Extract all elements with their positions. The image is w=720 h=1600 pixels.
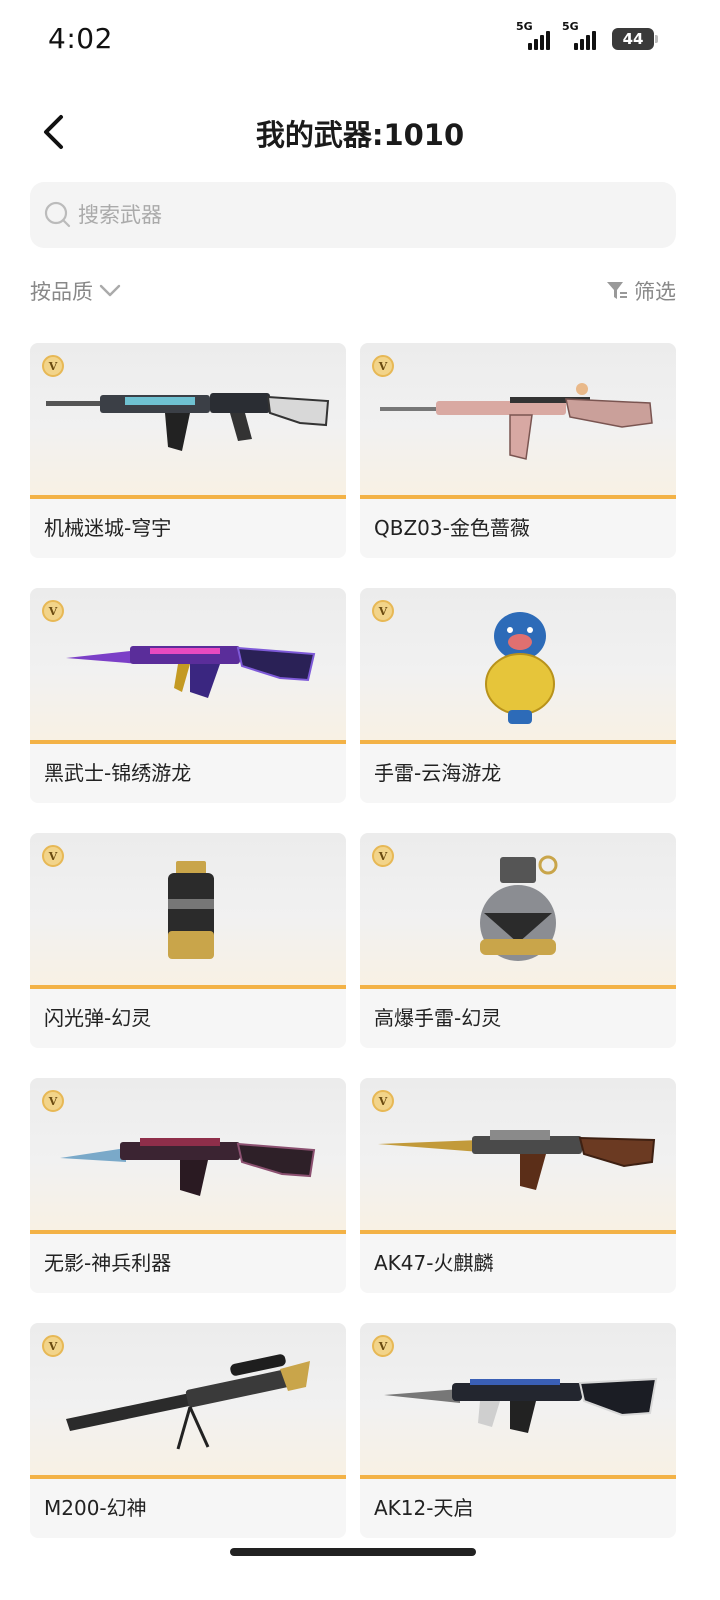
status-icons: 5G 5G 44 (516, 20, 658, 50)
status-bar: 4:02 5G 5G 44 (0, 0, 720, 80)
weapon-name: 闪光弹-幻灵 (30, 989, 346, 1044)
vip-badge: V (372, 1090, 394, 1112)
status-time: 4:02 (48, 22, 113, 55)
rifle-icon (378, 1130, 656, 1190)
sort-dropdown[interactable]: 按品质 (30, 276, 121, 306)
weapon-image: V (360, 343, 676, 499)
weapon-name: AK12-天启 (360, 1479, 676, 1534)
home-indicator[interactable] (230, 1548, 476, 1556)
weapon-name: 高爆手雷-幻灵 (360, 989, 676, 1044)
weapon-name: 机械迷城-穹宇 (30, 499, 346, 554)
sort-filter-row: 按品质 筛选 (30, 276, 676, 312)
weapon-image: V (360, 1323, 676, 1479)
weapon-card[interactable]: V AK47-火麒麟 (360, 1078, 676, 1293)
weapon-card[interactable]: V 黑武士-锦绣游龙 (30, 588, 346, 803)
search-input[interactable] (78, 203, 638, 227)
rifle-icon (66, 646, 316, 698)
flashbang-icon (168, 861, 214, 959)
signal-icon: 5G (516, 20, 554, 50)
filter-button[interactable]: 筛选 (606, 276, 676, 306)
weapon-card[interactable]: V 闪光弹-幻灵 (30, 833, 346, 1048)
weapon-grid: V 机械迷城-穹宇 V QBZ03-金色蔷薇 V 黑武士-锦绣游龙 V 手雷-云… (30, 343, 676, 1538)
vip-badge: V (42, 600, 64, 622)
weapon-card[interactable]: V 手雷-云海游龙 (360, 588, 676, 803)
signal-icon: 5G (562, 20, 600, 50)
weapon-card[interactable]: V 机械迷城-穹宇 (30, 343, 346, 558)
weapon-name: 手雷-云海游龙 (360, 744, 676, 799)
weapon-image: V (30, 1078, 346, 1234)
filter-label: 筛选 (634, 280, 676, 304)
weapon-card[interactable]: V QBZ03-金色蔷薇 (360, 343, 676, 558)
weapon-name: QBZ03-金色蔷薇 (360, 499, 676, 554)
rifle-icon (380, 383, 653, 460)
vip-badge: V (372, 1335, 394, 1357)
weapon-image: V (30, 588, 346, 744)
weapon-name: 黑武士-锦绣游龙 (30, 744, 346, 799)
vip-badge: V (372, 845, 394, 867)
header: 我的武器:1010 (0, 100, 720, 162)
weapon-card[interactable]: V AK12-天启 (360, 1323, 676, 1538)
vip-badge: V (372, 355, 394, 377)
sniper-icon (66, 1354, 310, 1450)
weapon-image: V (360, 588, 676, 744)
weapon-card[interactable]: V 无影-神兵利器 (30, 1078, 346, 1293)
weapon-card[interactable]: V M200-幻神 (30, 1323, 346, 1538)
weapon-image: V (30, 1323, 346, 1479)
weapon-image: V (360, 1078, 676, 1234)
sort-label: 按品质 (30, 280, 93, 304)
rifle-icon (60, 1138, 316, 1196)
weapon-image: V (30, 833, 346, 989)
weapon-card[interactable]: V 高爆手雷-幻灵 (360, 833, 676, 1048)
vip-badge: V (42, 1335, 64, 1357)
vip-badge: V (372, 600, 394, 622)
grenade-figure-icon (485, 612, 555, 724)
rifle-icon (46, 393, 330, 451)
vip-badge: V (42, 355, 64, 377)
weapon-name: AK47-火麒麟 (360, 1234, 676, 1289)
weapon-name: 无影-神兵利器 (30, 1234, 346, 1289)
search-bar[interactable] (30, 182, 676, 248)
rifle-icon (384, 1377, 658, 1433)
filter-icon (607, 282, 627, 299)
vip-badge: V (42, 1090, 64, 1112)
chevron-down-icon (99, 284, 121, 297)
vip-badge: V (42, 845, 64, 867)
grenade-icon (480, 855, 558, 961)
weapon-image: V (360, 833, 676, 989)
search-icon (44, 201, 71, 228)
weapon-name: M200-幻神 (30, 1479, 346, 1534)
weapon-image: V (30, 343, 346, 499)
page-title: 我的武器:1010 (255, 118, 465, 152)
battery-icon: 44 (612, 28, 658, 50)
